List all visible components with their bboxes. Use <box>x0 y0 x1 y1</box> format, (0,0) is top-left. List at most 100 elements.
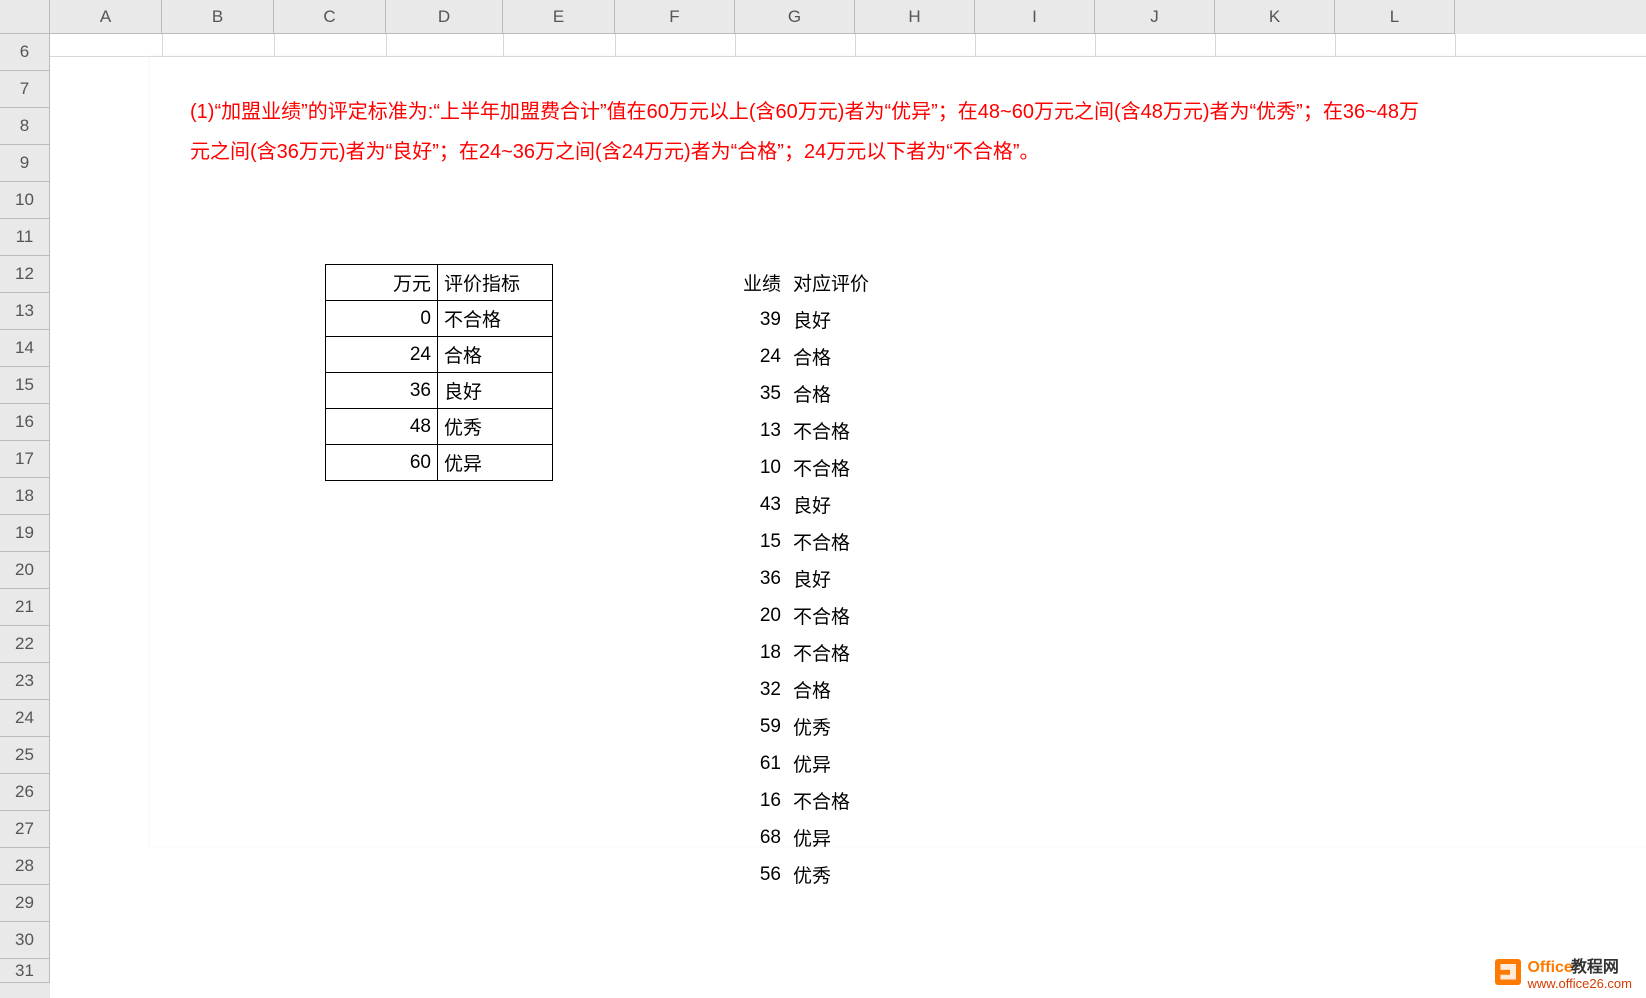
criteria-head-label[interactable]: 评价指标 <box>438 265 553 301</box>
perf-cell-label[interactable]: 优异 <box>787 819 927 856</box>
row-header-12[interactable]: 12 <box>0 256 50 293</box>
perf-cell-label[interactable]: 优秀 <box>787 856 927 893</box>
col-header-G[interactable]: G <box>735 0 855 34</box>
col-header-C[interactable]: C <box>274 0 386 34</box>
perf-cell-label[interactable]: 不合格 <box>787 782 927 819</box>
row-header-22[interactable]: 22 <box>0 626 50 663</box>
perf-cell-value[interactable]: 36 <box>667 560 787 597</box>
perf-cell-value[interactable]: 10 <box>667 449 787 486</box>
row-header-24[interactable]: 24 <box>0 700 50 737</box>
row-header-11[interactable]: 11 <box>0 219 50 256</box>
perf-cell-value[interactable]: 24 <box>667 338 787 375</box>
perf-cell-label[interactable]: 优秀 <box>787 708 927 745</box>
criteria-cell-value[interactable]: 36 <box>326 373 438 409</box>
perf-head-value[interactable]: 业绩 <box>667 264 787 301</box>
row-header-25[interactable]: 25 <box>0 737 50 774</box>
criteria-cell-label[interactable]: 不合格 <box>438 301 553 337</box>
perf-cell-label[interactable]: 优异 <box>787 745 927 782</box>
perf-cell-value[interactable]: 35 <box>667 375 787 412</box>
row-header-10[interactable]: 10 <box>0 182 50 219</box>
row-header-14[interactable]: 14 <box>0 330 50 367</box>
row-header-26[interactable]: 26 <box>0 774 50 811</box>
row-header-28[interactable]: 28 <box>0 848 50 885</box>
perf-cell-value[interactable]: 13 <box>667 412 787 449</box>
perf-row[interactable]: 43良好 <box>667 486 927 523</box>
row-header-23[interactable]: 23 <box>0 663 50 700</box>
perf-cell-label[interactable]: 不合格 <box>787 597 927 634</box>
row-header-7[interactable]: 7 <box>0 71 50 108</box>
col-header-J[interactable]: J <box>1095 0 1215 34</box>
row-header-17[interactable]: 17 <box>0 441 50 478</box>
perf-row[interactable]: 68优异 <box>667 819 927 856</box>
criteria-head-value[interactable]: 万元 <box>326 265 438 301</box>
perf-cell-value[interactable]: 59 <box>667 708 787 745</box>
perf-cell-value[interactable]: 43 <box>667 486 787 523</box>
perf-cell-value[interactable]: 18 <box>667 634 787 671</box>
row-header-8[interactable]: 8 <box>0 108 50 145</box>
perf-row[interactable]: 35合格 <box>667 375 927 412</box>
perf-cell-label[interactable]: 合格 <box>787 375 927 412</box>
criteria-row[interactable]: 48优秀 <box>326 409 553 445</box>
col-header-D[interactable]: D <box>386 0 503 34</box>
criteria-cell-label[interactable]: 优异 <box>438 445 553 481</box>
col-header-F[interactable]: F <box>615 0 735 34</box>
col-header-E[interactable]: E <box>503 0 615 34</box>
select-all-corner[interactable] <box>0 0 50 34</box>
perf-row[interactable]: 18不合格 <box>667 634 927 671</box>
row-header-30[interactable]: 30 <box>0 922 50 959</box>
perf-row[interactable]: 16不合格 <box>667 782 927 819</box>
perf-cell-value[interactable]: 56 <box>667 856 787 893</box>
row-header-20[interactable]: 20 <box>0 552 50 589</box>
perf-cell-label[interactable]: 良好 <box>787 301 927 338</box>
row-header-6[interactable]: 6 <box>0 34 50 71</box>
perf-row[interactable]: 10不合格 <box>667 449 927 486</box>
perf-cell-value[interactable]: 20 <box>667 597 787 634</box>
row-header-13[interactable]: 13 <box>0 293 50 330</box>
perf-row[interactable]: 36良好 <box>667 560 927 597</box>
perf-row[interactable]: 56优秀 <box>667 856 927 893</box>
grid-area[interactable]: (1)“加盟业绩”的评定标准为:“上半年加盟费合计”值在60万元以上(含60万元… <box>50 34 1646 998</box>
criteria-cell-label[interactable]: 良好 <box>438 373 553 409</box>
criteria-cell-label[interactable]: 优秀 <box>438 409 553 445</box>
criteria-cell-label[interactable]: 合格 <box>438 337 553 373</box>
criteria-cell-value[interactable]: 0 <box>326 301 438 337</box>
row-header-27[interactable]: 27 <box>0 811 50 848</box>
perf-head-label[interactable]: 对应评价 <box>787 264 927 301</box>
col-header-B[interactable]: B <box>162 0 274 34</box>
perf-row[interactable]: 20不合格 <box>667 597 927 634</box>
perf-cell-value[interactable]: 39 <box>667 301 787 338</box>
perf-row[interactable]: 13不合格 <box>667 412 927 449</box>
col-header-A[interactable]: A <box>50 0 162 34</box>
perf-row[interactable]: 59优秀 <box>667 708 927 745</box>
col-header-L[interactable]: L <box>1335 0 1455 34</box>
criteria-cell-value[interactable]: 48 <box>326 409 438 445</box>
criteria-cell-value[interactable]: 60 <box>326 445 438 481</box>
col-header-H[interactable]: H <box>855 0 975 34</box>
perf-cell-value[interactable]: 61 <box>667 745 787 782</box>
perf-cell-label[interactable]: 不合格 <box>787 634 927 671</box>
perf-cell-value[interactable]: 16 <box>667 782 787 819</box>
perf-cell-label[interactable]: 不合格 <box>787 449 927 486</box>
row-header-18[interactable]: 18 <box>0 478 50 515</box>
row-header-19[interactable]: 19 <box>0 515 50 552</box>
row-header-21[interactable]: 21 <box>0 589 50 626</box>
row-header-16[interactable]: 16 <box>0 404 50 441</box>
criteria-cell-value[interactable]: 24 <box>326 337 438 373</box>
row-header-31[interactable]: 31 <box>0 959 50 983</box>
perf-cell-label[interactable]: 良好 <box>787 560 927 597</box>
perf-cell-label[interactable]: 不合格 <box>787 523 927 560</box>
col-header-K[interactable]: K <box>1215 0 1335 34</box>
row-header-15[interactable]: 15 <box>0 367 50 404</box>
row-header-9[interactable]: 9 <box>0 145 50 182</box>
perf-cell-value[interactable]: 15 <box>667 523 787 560</box>
criteria-row[interactable]: 0不合格 <box>326 301 553 337</box>
perf-cell-value[interactable]: 68 <box>667 819 787 856</box>
row-header-29[interactable]: 29 <box>0 885 50 922</box>
perf-cell-label[interactable]: 合格 <box>787 671 927 708</box>
perf-cell-label[interactable]: 不合格 <box>787 412 927 449</box>
col-header-I[interactable]: I <box>975 0 1095 34</box>
perf-row[interactable]: 39良好 <box>667 301 927 338</box>
criteria-row[interactable]: 24合格 <box>326 337 553 373</box>
perf-cell-label[interactable]: 良好 <box>787 486 927 523</box>
perf-cell-label[interactable]: 合格 <box>787 338 927 375</box>
